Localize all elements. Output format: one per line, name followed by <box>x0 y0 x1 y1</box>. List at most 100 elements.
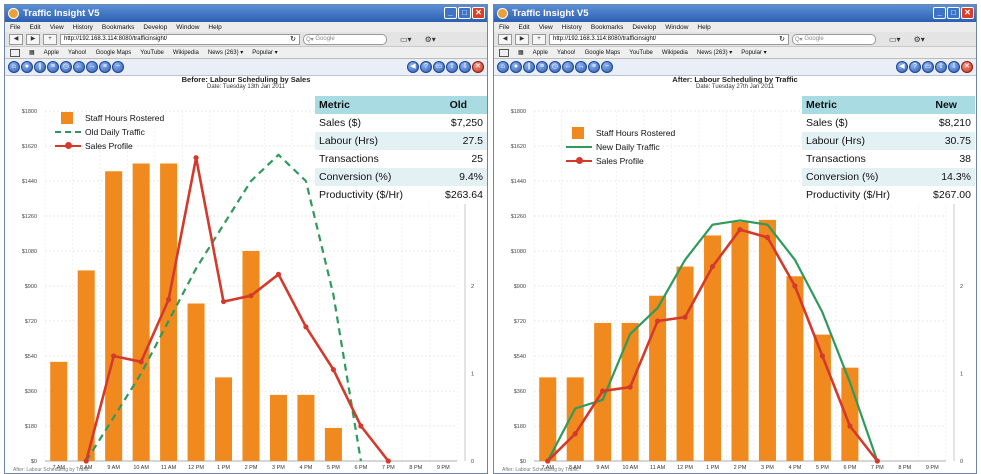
grid-icon[interactable]: ▦ <box>29 49 35 56</box>
menu-edit[interactable]: Edit <box>29 24 40 31</box>
bookmark-wikipedia[interactable]: Wikipedia <box>662 50 688 56</box>
bookmark-yahoo[interactable]: Yahoo! <box>68 50 87 56</box>
back-arrow-icon[interactable]: ← <box>562 61 574 73</box>
back-button[interactable]: ◀ <box>498 33 512 45</box>
minus-icon[interactable]: − <box>601 61 613 73</box>
book-icon[interactable] <box>499 48 509 57</box>
home-icon[interactable]: ⌂ <box>497 61 509 73</box>
clock-icon[interactable]: ◷ <box>549 61 561 73</box>
x-tick-label: 9 PM <box>437 465 450 471</box>
exit-icon[interactable]: ✕ <box>472 61 484 73</box>
menu-icon[interactable]: ≡ <box>588 61 600 73</box>
page-menu-icon[interactable]: ▭▾ <box>400 35 412 44</box>
menu-window[interactable]: Window <box>665 24 688 31</box>
back-button[interactable]: ◀ <box>9 33 23 45</box>
add-bookmark-button[interactable]: + <box>43 33 57 45</box>
menu-help[interactable]: Help <box>208 24 221 31</box>
forward-button[interactable]: ▶ <box>515 33 529 45</box>
sales-point <box>709 263 716 270</box>
close-button[interactable]: ✕ <box>961 7 974 19</box>
menu-develop[interactable]: Develop <box>143 24 167 31</box>
previous-icon[interactable]: ◀ <box>896 61 908 73</box>
page-menu-icon[interactable]: ▭▾ <box>889 35 901 44</box>
close-button[interactable]: ✕ <box>472 7 485 19</box>
bookmark-google-maps[interactable]: Google Maps <box>96 50 132 56</box>
reload-icon[interactable]: ↻ <box>290 35 296 43</box>
bookmark-google-maps[interactable]: Google Maps <box>585 50 621 56</box>
exit-icon[interactable]: ✕ <box>961 61 973 73</box>
bookmark-popular[interactable]: Popular ▾ <box>741 49 766 56</box>
x-tick-label: 1 PM <box>217 465 230 471</box>
bookmark-popular[interactable]: Popular ▾ <box>252 49 277 56</box>
download-icon[interactable]: ⇩ <box>459 61 471 73</box>
y-tick-label: $1800 <box>22 109 37 115</box>
grid-icon[interactable]: ▦ <box>518 49 524 56</box>
upload-icon[interactable]: ⇧ <box>935 61 947 73</box>
upload-icon[interactable]: ⇧ <box>446 61 458 73</box>
settings-icon[interactable]: ● <box>21 61 33 73</box>
bookmark-news[interactable]: News (263) ▾ <box>208 49 243 56</box>
x-tick-label: 2 PM <box>245 465 258 471</box>
gear-icon[interactable]: ⚙▾ <box>425 35 436 44</box>
search-icon: Q▾ <box>795 36 805 43</box>
sales-point <box>819 353 825 359</box>
bookmark-youtube[interactable]: YouTube <box>629 50 653 56</box>
clock-icon[interactable]: ◷ <box>60 61 72 73</box>
menu-history[interactable]: History <box>562 24 582 31</box>
x-tick-label: 9 PM <box>926 465 939 471</box>
forward-button[interactable]: ▶ <box>26 33 40 45</box>
menu-view[interactable]: View <box>50 24 64 31</box>
list-icon[interactable]: ≡ <box>536 61 548 73</box>
y-tick-label: $1080 <box>22 249 37 255</box>
back-arrow-icon[interactable]: ← <box>73 61 85 73</box>
search-field[interactable]: Q▾ Google <box>792 33 876 45</box>
menu-window[interactable]: Window <box>176 24 199 31</box>
app-icon <box>8 8 19 19</box>
minimize-button[interactable]: _ <box>444 7 457 19</box>
settings-icon[interactable]: ● <box>510 61 522 73</box>
print-icon[interactable]: ▭ <box>433 61 445 73</box>
help-icon[interactable]: ? <box>420 61 432 73</box>
add-bookmark-button[interactable]: + <box>532 33 546 45</box>
bookmark-apple[interactable]: Apple <box>44 50 59 56</box>
bookmark-wikipedia[interactable]: Wikipedia <box>173 50 199 56</box>
pause-icon[interactable]: ∥ <box>34 61 46 73</box>
menu-history[interactable]: History <box>73 24 93 31</box>
bookmark-news[interactable]: News (263) ▾ <box>697 49 732 56</box>
browser-window-right: Traffic Insight V5 _ □ ✕ File Edit View … <box>493 4 977 474</box>
pause-icon[interactable]: ∥ <box>523 61 535 73</box>
menu-file[interactable]: File <box>10 24 20 31</box>
bookmark-youtube[interactable]: YouTube <box>140 50 164 56</box>
home-icon[interactable]: ⌂ <box>8 61 20 73</box>
url-text: http://192.168.3.114:8080/trafficinsight… <box>64 36 168 42</box>
menu-view[interactable]: View <box>539 24 553 31</box>
menu-file[interactable]: File <box>499 24 509 31</box>
menu-bookmarks[interactable]: Bookmarks <box>102 24 135 31</box>
list-icon[interactable]: ≡ <box>47 61 59 73</box>
download-icon[interactable]: ⇩ <box>948 61 960 73</box>
maximize-button[interactable]: □ <box>458 7 471 19</box>
metrics-table: Metric Old Sales ($) $7,250 Labour (Hrs) 27… <box>315 96 487 204</box>
metric-value: $263.64 <box>445 189 483 201</box>
bookmark-yahoo[interactable]: Yahoo! <box>557 50 576 56</box>
search-field[interactable]: Q▾ Google <box>303 33 387 45</box>
bookmark-apple[interactable]: Apple <box>533 50 548 56</box>
url-field[interactable]: http://192.168.3.114:8080/trafficinsight… <box>549 33 789 45</box>
reload-icon[interactable]: ↻ <box>779 35 785 43</box>
menu-develop[interactable]: Develop <box>632 24 656 31</box>
minimize-button[interactable]: _ <box>933 7 946 19</box>
menu-icon[interactable]: ≡ <box>99 61 111 73</box>
print-icon[interactable]: ▭ <box>922 61 934 73</box>
menu-help[interactable]: Help <box>697 24 710 31</box>
minus-icon[interactable]: − <box>112 61 124 73</box>
gear-icon[interactable]: ⚙▾ <box>914 35 925 44</box>
forward-arrow-icon[interactable]: → <box>86 61 98 73</box>
help-icon[interactable]: ? <box>909 61 921 73</box>
forward-arrow-icon[interactable]: → <box>575 61 587 73</box>
menu-edit[interactable]: Edit <box>518 24 529 31</box>
previous-icon[interactable]: ◀ <box>407 61 419 73</box>
maximize-button[interactable]: □ <box>947 7 960 19</box>
menu-bookmarks[interactable]: Bookmarks <box>591 24 624 31</box>
url-field[interactable]: http://192.168.3.114:8080/trafficinsight… <box>60 33 300 45</box>
book-icon[interactable] <box>10 48 20 57</box>
